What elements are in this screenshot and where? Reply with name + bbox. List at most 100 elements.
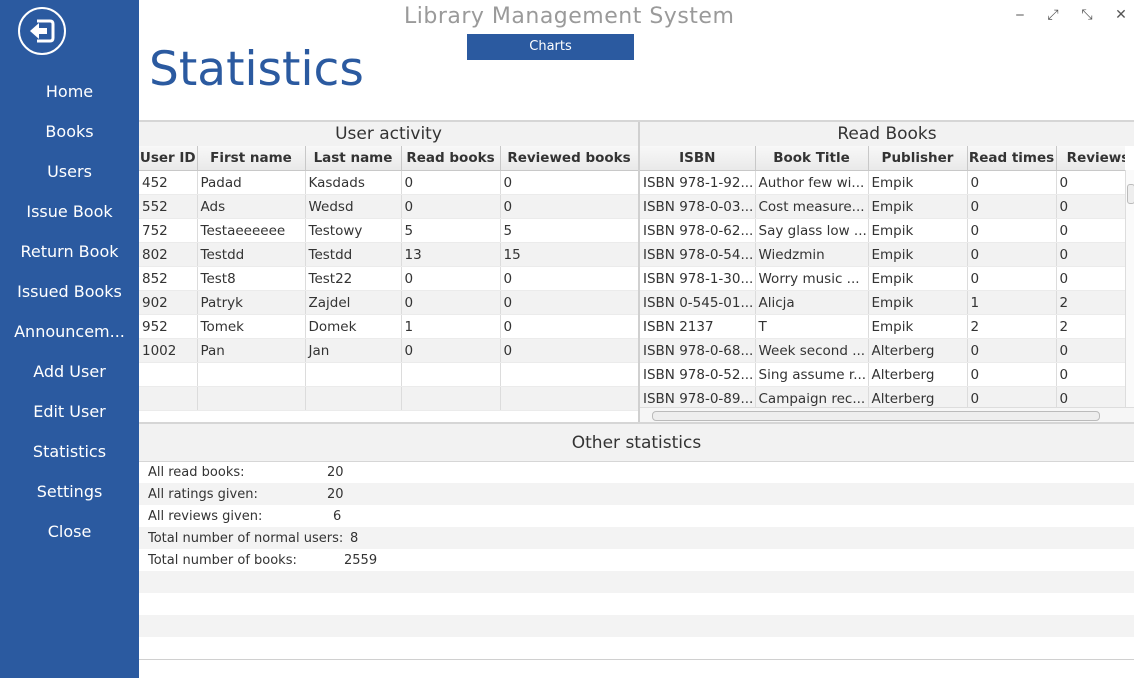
scrollbar-thumb[interactable] [1127,184,1134,204]
table-cell: T [755,314,869,339]
stat-row: Total number of books: 2559 [139,549,1134,571]
table-cell: ISBN 978-1-30... [640,266,756,291]
table-row[interactable]: 902 Patryk Zajdel 0 0 [139,290,638,315]
sidebar-item-settings[interactable]: Settings [0,472,139,512]
table-cell: Test22 [305,266,402,291]
table-row[interactable]: 802 Testdd Testdd 13 15 [139,242,638,267]
stat-row-empty [139,615,1134,637]
table-cell: Worry music ... [755,266,869,291]
table-row-empty [139,362,638,387]
sidebar-item-users[interactable]: Users [0,152,139,192]
table-cell: 0 [401,290,501,315]
table-cell: 0 [967,266,1057,291]
column-header[interactable]: Reviewed books [500,146,638,171]
table-cell: 902 [139,290,198,315]
table-row[interactable]: ISBN 0-545-01... Alicja Empik 1 2 [640,290,1125,315]
table-row[interactable]: ISBN 2137 T Empik 2 2 [640,314,1125,339]
read-books-horizontal-scrollbar[interactable] [640,407,1134,422]
table-cell: Domek [305,314,402,339]
minimize-icon[interactable]: ‒ [1010,5,1030,25]
table-row[interactable]: 552 Ads Wedsd 0 0 [139,194,638,219]
sidebar-item-statistics[interactable]: Statistics [0,432,139,472]
logout-icon [30,19,55,43]
sidebar-item-add-user[interactable]: Add User [0,352,139,392]
table-row[interactable]: 452 Padad Kasdads 0 0 [139,170,638,195]
sidebar-item-close[interactable]: Close [0,512,139,552]
table-cell: Testaeeeeee [197,218,306,243]
read-books-vertical-scrollbar[interactable] [1125,170,1134,408]
table-row[interactable]: ISBN 978-1-30... Worry music ... Empik 0… [640,266,1125,291]
stat-value: 6 [333,509,342,524]
table-row[interactable]: ISBN 978-1-92... Author few wi... Empik … [640,170,1125,195]
table-cell: ISBN 978-0-03... [640,194,756,219]
table-cell: Empik [868,170,968,195]
stat-row-empty [139,571,1134,593]
table-row[interactable]: ISBN 978-0-62... Say glass low ... Empik… [640,218,1125,243]
column-header[interactable]: Book Title [755,146,869,171]
table-row-empty [139,386,638,411]
table-cell: 0 [967,218,1057,243]
table-cell: 0 [401,170,501,195]
table-cell: Tomek [197,314,306,339]
table-row[interactable]: ISBN 978-0-03... Cost measure... Empik 0… [640,194,1125,219]
table-cell: Author few wi... [755,170,869,195]
other-statistics-list: All read books: 20 All ratings given: 20… [139,460,1134,660]
table-cell: 2 [1056,314,1125,339]
charts-button[interactable]: Charts [467,34,634,60]
stat-label: All read books: [148,465,245,480]
table-cell: Empik [868,194,968,219]
scrollbar-thumb[interactable] [652,411,1100,421]
sidebar-item-books[interactable]: Books [0,112,139,152]
sidebar-item-return-book[interactable]: Return Book [0,232,139,272]
table-cell: 0 [1056,362,1125,387]
table-cell: Wedsd [305,194,402,219]
table-cell: 5 [500,218,638,243]
column-header[interactable]: Read times [967,146,1057,171]
logout-button[interactable] [18,7,66,55]
table-cell: Testdd [197,242,306,267]
restore-icon[interactable]: ⤢ [1043,5,1063,25]
table-cell: 0 [401,338,501,363]
column-header[interactable]: Reviews [1056,146,1125,171]
sidebar-item-issue-book[interactable]: Issue Book [0,192,139,232]
table-row[interactable]: ISBN 978-0-68... Week second ... Alterbe… [640,338,1125,363]
stat-label: All reviews given: [148,509,263,524]
sidebar-item-edit-user[interactable]: Edit User [0,392,139,432]
maximize-icon[interactable]: ⤡ [1077,5,1097,25]
table-cell: Week second ... [755,338,869,363]
sidebar-item-announcements[interactable]: Announcem... [0,312,139,352]
table-cell: 0 [1056,266,1125,291]
table-row[interactable]: 952 Tomek Domek 1 0 [139,314,638,339]
table-cell: 0 [1056,386,1125,408]
table-cell: 0 [967,170,1057,195]
table-cell: ISBN 978-1-92... [640,170,756,195]
column-header[interactable]: User ID [139,146,198,171]
column-header[interactable]: ISBN [640,146,756,171]
stat-row: All reviews given: 6 [139,505,1134,527]
column-header[interactable]: Read books [401,146,501,171]
table-row[interactable]: 1002 Pan Jan 0 0 [139,338,638,363]
sidebar-item-home[interactable]: Home [0,72,139,112]
sidebar: Home Books Users Issue Book Return Book … [0,0,139,678]
stat-row: All ratings given: 20 [139,483,1134,505]
table-row[interactable]: ISBN 978-0-89... Campaign rec... Alterbe… [640,386,1125,408]
column-header[interactable]: Publisher [868,146,968,171]
table-cell: Jan [305,338,402,363]
user-activity-table[interactable]: User ID First name Last name Read books … [139,146,638,420]
app-title: Library Management System [404,4,735,29]
table-cell: Empik [868,242,968,267]
column-header[interactable]: Last name [305,146,402,171]
table-row[interactable]: 852 Test8 Test22 0 0 [139,266,638,291]
read-books-table[interactable]: ISBN Book Title Publisher Read times Rev… [640,146,1125,408]
table-cell: 802 [139,242,198,267]
sidebar-item-issued-books[interactable]: Issued Books [0,272,139,312]
table-row[interactable]: ISBN 978-0-52... Sing assume r... Alterb… [640,362,1125,387]
table-cell: 0 [967,386,1057,408]
table-cell: Alterberg [868,386,968,408]
table-row[interactable]: ISBN 978-0-54... Wiedzmin Empik 0 0 [640,242,1125,267]
table-cell: Empik [868,314,968,339]
column-header[interactable]: First name [197,146,306,171]
table-cell: Testowy [305,218,402,243]
close-icon[interactable]: ✕ [1111,5,1131,25]
table-row[interactable]: 752 Testaeeeeee Testowy 5 5 [139,218,638,243]
